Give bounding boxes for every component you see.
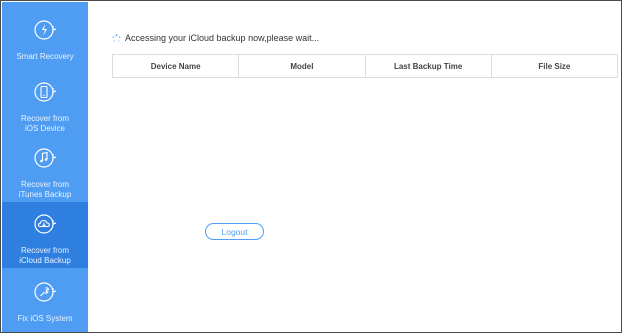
music-note-icon <box>25 138 65 178</box>
cloud-icon <box>25 204 65 244</box>
sidebar-item-label: Recover from iOS Device <box>20 114 69 133</box>
sidebar: Smart Recovery Recover from iOS Device R… <box>2 2 88 332</box>
sidebar-item-label: Smart Recovery <box>16 52 74 61</box>
sidebar-item-fix-ios-system[interactable]: Fix iOS System <box>2 272 88 328</box>
wrench-icon <box>25 272 65 312</box>
logout-button[interactable]: Logout <box>205 223 264 240</box>
smart-recovery-icon <box>25 10 65 50</box>
sidebar-item-ios-device[interactable]: Recover from iOS Device <box>2 72 88 134</box>
sidebar-item-icloud-backup[interactable]: Recover from iCloud Backup <box>2 202 88 268</box>
phone-icon <box>25 72 65 112</box>
backup-table-header: Device Name Model Last Backup Time File … <box>112 54 618 78</box>
sidebar-item-label: Recover from iTunes Backup <box>18 180 72 199</box>
sidebar-item-smart-recovery[interactable]: Smart Recovery <box>2 10 88 70</box>
sidebar-item-label: Recover from iCloud Backup <box>19 246 71 265</box>
column-header-model[interactable]: Model <box>239 55 366 77</box>
main-content: Accessing your iCloud backup now,please … <box>88 2 620 331</box>
column-header-last-backup-time[interactable]: Last Backup Time <box>366 55 492 77</box>
status-text: Accessing your iCloud backup now,please … <box>125 33 320 43</box>
app-window: Smart Recovery Recover from iOS Device R… <box>0 0 622 333</box>
status-message: Accessing your iCloud backup now,please … <box>112 33 319 43</box>
column-header-file-size[interactable]: File Size <box>492 55 617 77</box>
loading-spinner-icon <box>112 33 121 43</box>
sidebar-item-itunes-backup[interactable]: Recover from iTunes Backup <box>2 138 88 200</box>
sidebar-item-label: Fix iOS System <box>17 314 73 323</box>
column-header-device-name[interactable]: Device Name <box>113 55 240 77</box>
